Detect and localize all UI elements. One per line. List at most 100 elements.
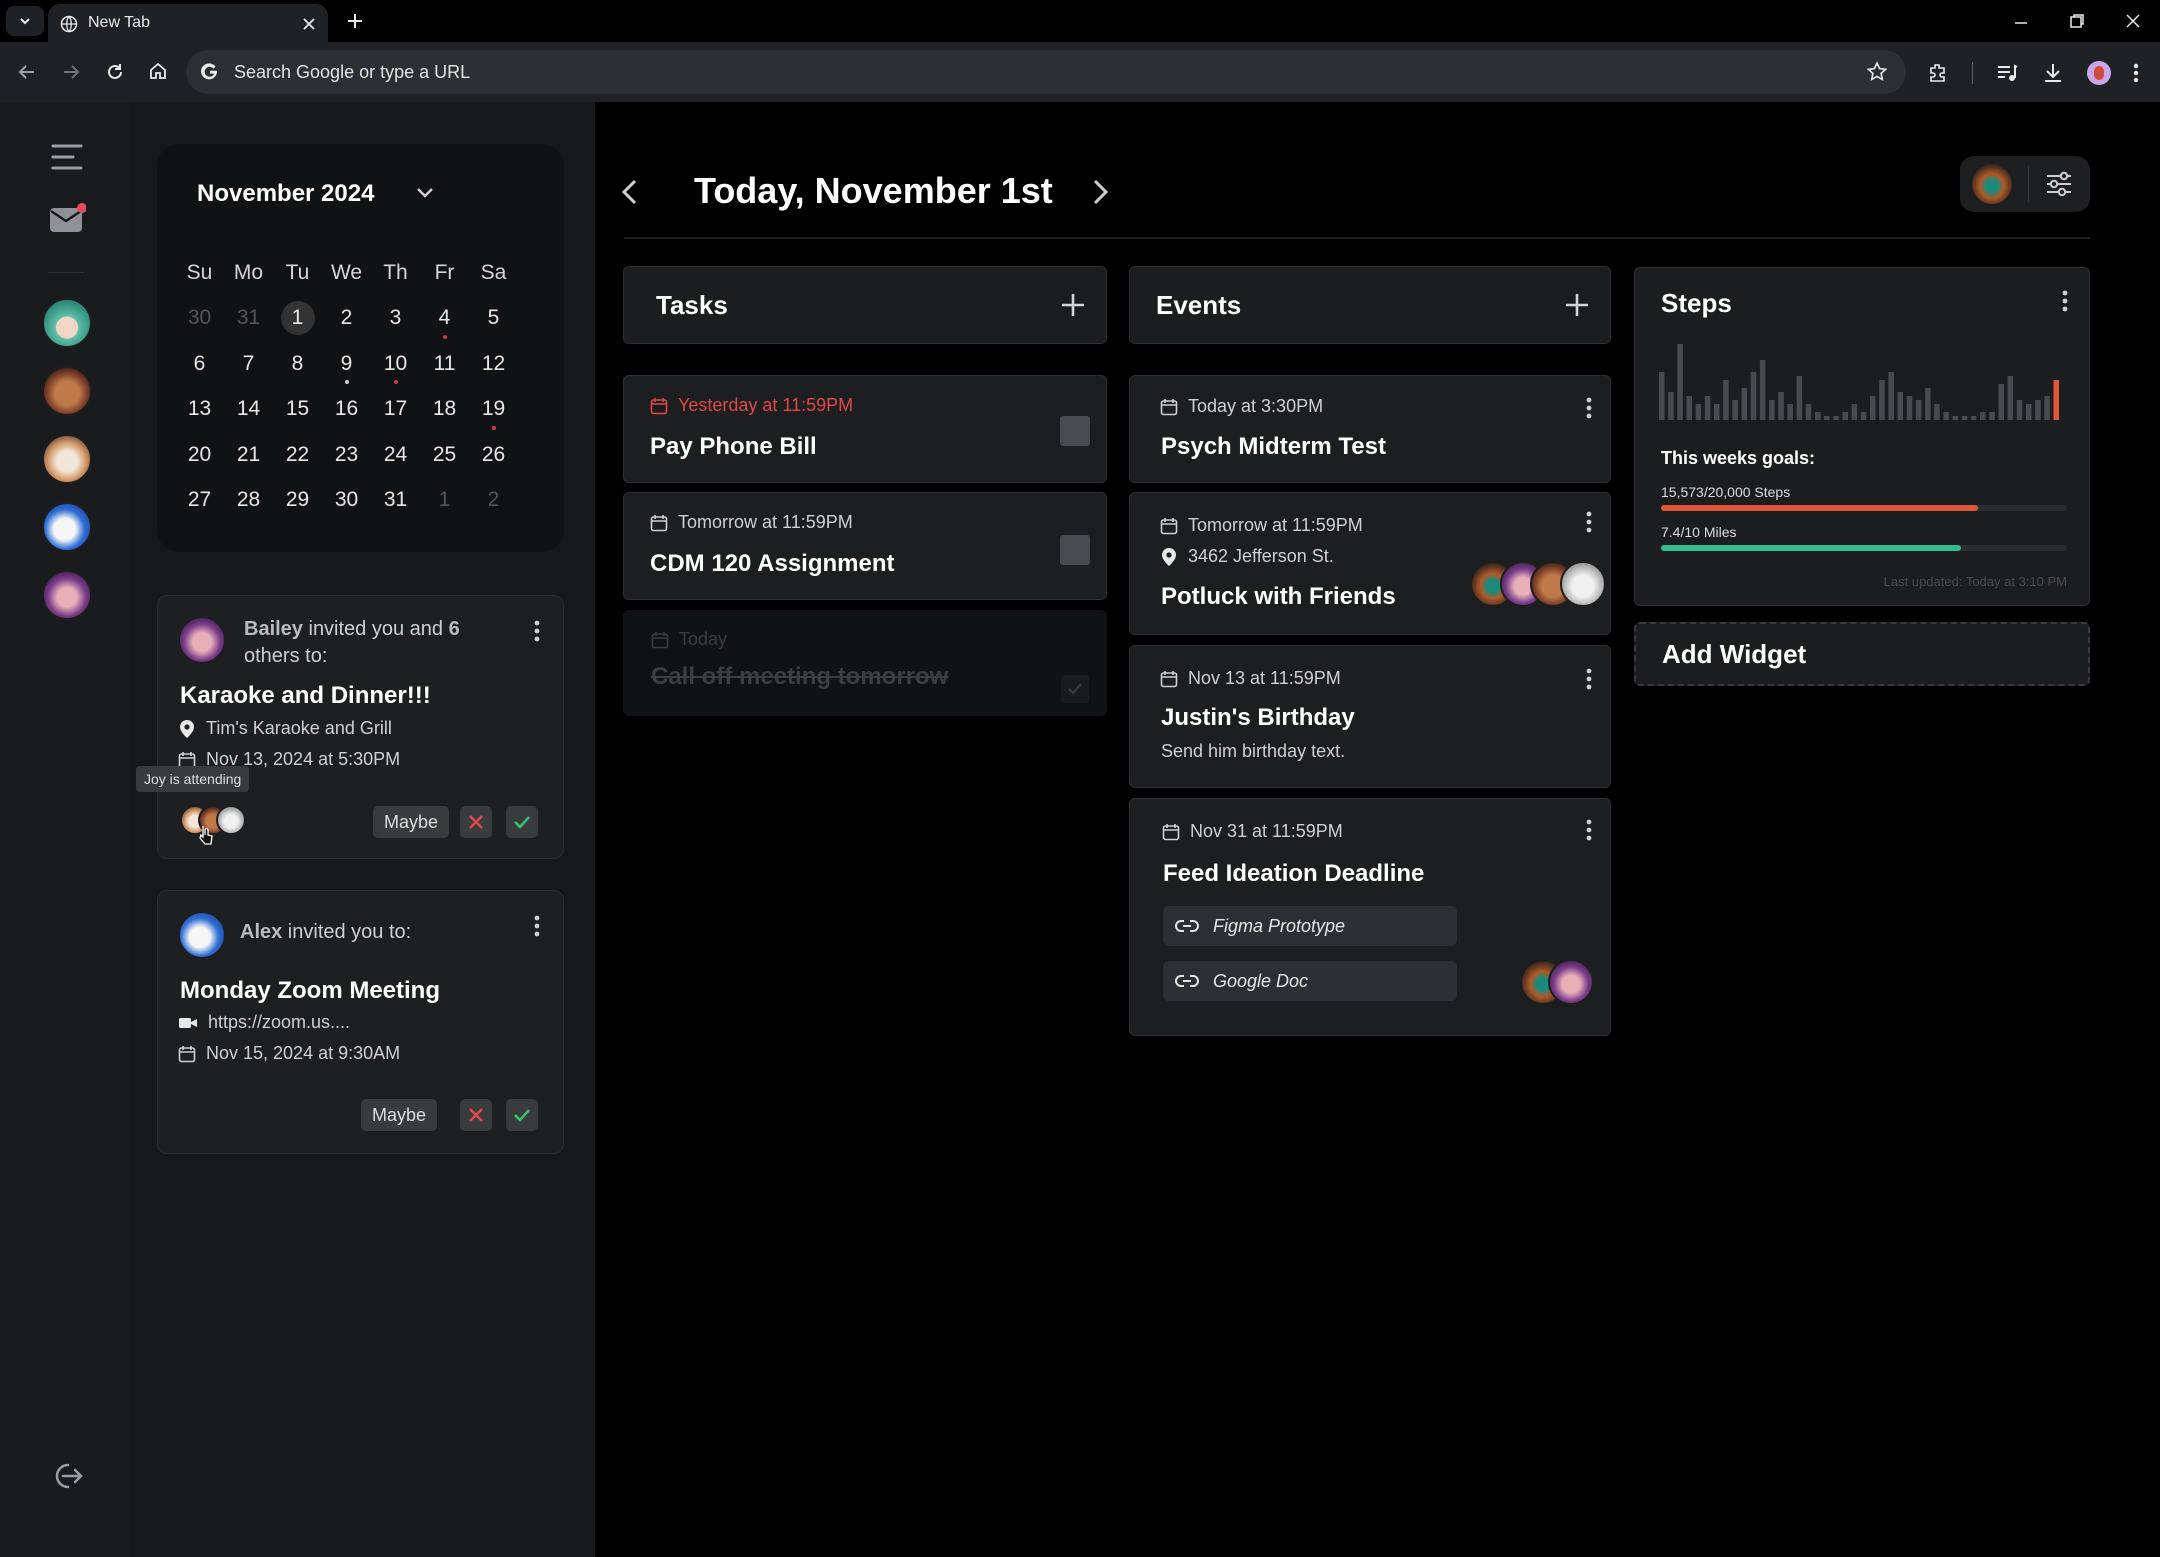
- more-options-icon[interactable]: [1586, 819, 1592, 841]
- maybe-button[interactable]: Maybe: [373, 806, 449, 838]
- calendar-day[interactable]: 9: [322, 341, 371, 387]
- event-item-psych-midterm[interactable]: Today at 3:30PM Psych Midterm Test: [1129, 375, 1611, 483]
- kebab-menu-icon[interactable]: [2133, 62, 2139, 84]
- calendar-day[interactable]: 31: [371, 477, 420, 523]
- more-options-icon[interactable]: [1586, 397, 1592, 419]
- browser-tab[interactable]: New Tab: [48, 4, 328, 42]
- calendar-day[interactable]: 22: [273, 432, 322, 478]
- add-task-icon[interactable]: [1060, 292, 1086, 318]
- extensions-icon[interactable]: [1926, 61, 1950, 85]
- calendar-day[interactable]: 20: [175, 432, 224, 478]
- event-attendee-avatars[interactable]: [1470, 561, 1606, 607]
- restore-icon[interactable]: [2068, 12, 2086, 30]
- previous-day-icon[interactable]: [620, 178, 640, 206]
- task-item-cdm-120[interactable]: Tomorrow at 11:59PM CDM 120 Assignment: [623, 492, 1107, 600]
- calendar-day[interactable]: 29: [273, 477, 322, 523]
- calendar-day[interactable]: 16: [322, 386, 371, 432]
- avatar-green-hair[interactable]: [42, 298, 92, 348]
- add-widget-button[interactable]: Add Widget: [1634, 622, 2090, 686]
- reload-icon[interactable]: [104, 61, 126, 83]
- avatar-blue-character[interactable]: [42, 502, 92, 552]
- avatar-purple-hair[interactable]: [42, 570, 92, 620]
- event-attendee-avatars[interactable]: [1520, 959, 1594, 1005]
- more-options-icon[interactable]: [534, 915, 540, 937]
- accept-button[interactable]: [506, 806, 538, 838]
- calendar-day[interactable]: 13: [175, 386, 224, 432]
- mail-button[interactable]: [48, 202, 86, 234]
- more-options-icon[interactable]: [2062, 290, 2068, 312]
- event-item-potluck[interactable]: Tomorrow at 11:59PM 3462 Jefferson St. P…: [1129, 492, 1611, 635]
- event-when: Nov 13 at 11:59PM: [1160, 668, 1341, 689]
- accept-button[interactable]: [506, 1099, 538, 1131]
- download-icon[interactable]: [2041, 61, 2065, 85]
- bookmark-star-icon[interactable]: [1866, 61, 1888, 83]
- calendar-day[interactable]: 23: [322, 432, 371, 478]
- invite-link-text[interactable]: https://zoom.us....: [208, 1012, 350, 1033]
- new-tab-icon[interactable]: [346, 12, 364, 30]
- home-icon[interactable]: [147, 60, 169, 82]
- user-avatar[interactable]: [1970, 162, 2014, 206]
- event-link-figma[interactable]: Figma Prototype: [1163, 906, 1457, 946]
- calendar-day[interactable]: 3: [371, 295, 420, 341]
- event-link-google-doc[interactable]: Google Doc: [1163, 961, 1457, 1001]
- calendar-day[interactable]: 2: [322, 295, 371, 341]
- calendar-day[interactable]: 10: [371, 341, 420, 387]
- back-icon[interactable]: [16, 61, 38, 83]
- calendar-day[interactable]: 15: [273, 386, 322, 432]
- calendar-day[interactable]: 28: [224, 477, 273, 523]
- task-checkbox-checked[interactable]: [1061, 675, 1089, 703]
- calendar-day[interactable]: 21: [224, 432, 273, 478]
- calendar-day[interactable]: 5: [469, 295, 518, 341]
- event-item-feed-ideation[interactable]: Nov 31 at 11:59PM Feed Ideation Deadline…: [1129, 798, 1611, 1036]
- calendar-day[interactable]: 11: [420, 341, 469, 387]
- window-close-icon[interactable]: [2124, 12, 2142, 30]
- filter-sliders-icon[interactable]: [2044, 170, 2074, 198]
- add-event-icon[interactable]: [1564, 292, 1590, 318]
- task-item-call-off-meeting[interactable]: Today Call off meeting tomorrow: [623, 610, 1107, 716]
- avatar-capybara[interactable]: [42, 366, 92, 416]
- calendar-day[interactable]: 1: [420, 477, 469, 523]
- calendar-day-today[interactable]: 1: [273, 295, 322, 341]
- calendar-day[interactable]: 19: [469, 386, 518, 432]
- profile-avatar[interactable]: [2087, 61, 2111, 85]
- calendar-day-number: 31: [383, 488, 408, 511]
- task-checkbox[interactable]: [1060, 535, 1090, 565]
- calendar-day[interactable]: 30: [175, 295, 224, 341]
- calendar-day[interactable]: 8: [273, 341, 322, 387]
- tab-search-button[interactable]: [6, 6, 44, 36]
- task-item-pay-phone-bill[interactable]: Yesterday at 11:59PM Pay Phone Bill: [623, 375, 1107, 483]
- calendar-day[interactable]: 2: [469, 477, 518, 523]
- calendar-day[interactable]: 31: [224, 295, 273, 341]
- more-options-icon[interactable]: [1586, 511, 1592, 533]
- event-item-justins-birthday[interactable]: Nov 13 at 11:59PM Justin's Birthday Send…: [1129, 645, 1611, 788]
- calendar-day[interactable]: 27: [175, 477, 224, 523]
- calendar-day[interactable]: 25: [420, 432, 469, 478]
- hamburger-menu-icon[interactable]: [50, 142, 84, 172]
- forward-icon[interactable]: [60, 61, 82, 83]
- chevron-down-icon[interactable]: [415, 186, 435, 200]
- maybe-button[interactable]: Maybe: [361, 1099, 437, 1131]
- calendar-day[interactable]: 7: [224, 341, 273, 387]
- avatar-dog[interactable]: [42, 434, 92, 484]
- calendar-day[interactable]: 12: [469, 341, 518, 387]
- steps-bar: [1741, 388, 1748, 420]
- calendar-day[interactable]: 4: [420, 295, 469, 341]
- more-options-icon[interactable]: [534, 620, 540, 642]
- calendar-day[interactable]: 14: [224, 386, 273, 432]
- decline-button[interactable]: [460, 1099, 492, 1131]
- calendar-day[interactable]: 18: [420, 386, 469, 432]
- task-checkbox[interactable]: [1060, 416, 1090, 446]
- calendar-day[interactable]: 30: [322, 477, 371, 523]
- more-options-icon[interactable]: [1586, 668, 1592, 690]
- address-bar[interactable]: Search Google or type a URL: [186, 50, 1906, 94]
- calendar-day[interactable]: 24: [371, 432, 420, 478]
- logout-icon[interactable]: [48, 1458, 84, 1494]
- minimize-icon[interactable]: [2012, 14, 2030, 32]
- close-icon[interactable]: [302, 17, 316, 31]
- calendar-day[interactable]: 6: [175, 341, 224, 387]
- next-day-icon[interactable]: [1090, 178, 1110, 206]
- calendar-day[interactable]: 17: [371, 386, 420, 432]
- decline-button[interactable]: [460, 806, 492, 838]
- calendar-day[interactable]: 26: [469, 432, 518, 478]
- media-control-icon[interactable]: [1995, 61, 2019, 85]
